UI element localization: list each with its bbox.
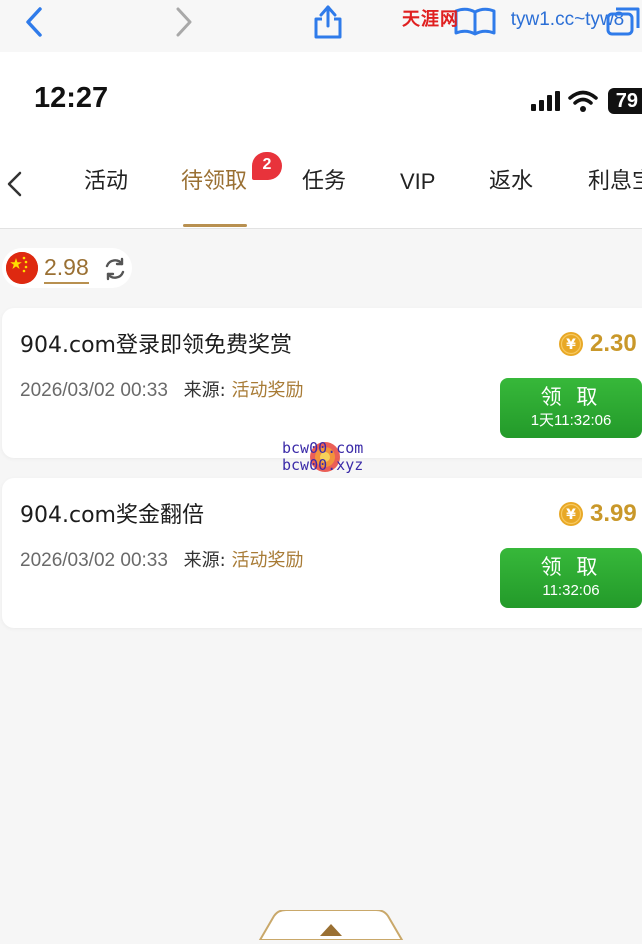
status-time: 12:27 xyxy=(34,82,109,114)
balance-amount: 2.98 xyxy=(44,252,89,284)
reward-title: 904.com奖金翻倍 xyxy=(20,503,204,528)
claim-button-label: 领 取 xyxy=(540,555,602,579)
claim-button[interactable]: 领 取 1天11:32:06 xyxy=(500,378,642,438)
balance-chip: 2.98 xyxy=(2,248,132,288)
chevron-right-icon xyxy=(176,7,192,37)
claim-countdown: 11:32:06 xyxy=(542,582,600,599)
coin-icon: ¥ xyxy=(559,502,583,526)
tab-rebate[interactable]: 返水 xyxy=(489,166,533,198)
svg-text:¥: ¥ xyxy=(566,507,576,523)
signal-icon xyxy=(530,91,560,111)
top-watermark: 天涯网 tyw1.cc~tyw8 xyxy=(402,8,624,32)
share-icon xyxy=(314,5,342,39)
coin-icon: ¥ xyxy=(559,332,583,356)
tab-interest[interactable]: 利息宝 xyxy=(588,166,642,198)
watermark-line-1: bcw00.com xyxy=(282,439,364,457)
reward-amount-value: 2.30 xyxy=(590,330,637,357)
browser-tabs-button[interactable] xyxy=(604,4,642,38)
chevron-left-icon xyxy=(26,7,42,37)
status-icons: 79 xyxy=(530,88,642,114)
watermark-brand: 天涯网 xyxy=(402,9,459,30)
refresh-icon xyxy=(105,257,125,281)
chevron-left-icon xyxy=(7,171,22,197)
china-flag-icon xyxy=(6,252,38,284)
tab-activity[interactable]: 活动 xyxy=(84,166,128,198)
watermark-line-2: bcw00.xyz xyxy=(282,456,364,474)
active-tab-indicator xyxy=(183,224,247,227)
reward-meta: 2026/03/02 00:33 来源: 活动奖励 xyxy=(20,378,303,404)
claim-button-label: 领 取 xyxy=(540,385,602,409)
reward-meta: 2026/03/02 00:33 来源: 活动奖励 xyxy=(20,548,303,574)
reward-card: 904.com奖金翻倍 2026/03/02 00:33 来源: 活动奖励 ¥ … xyxy=(2,478,642,628)
reward-amount-value: 3.99 xyxy=(590,500,637,527)
reward-source-value: 活动奖励 xyxy=(231,550,304,571)
claim-countdown: 1天11:32:06 xyxy=(530,412,612,429)
reward-amount: ¥ 2.30 xyxy=(558,330,637,358)
reward-title: 904.com登录即领免费奖赏 xyxy=(20,333,292,358)
battery-level: 79 xyxy=(607,88,642,114)
tab-vip[interactable]: VIP xyxy=(400,166,435,198)
wifi-icon xyxy=(568,90,598,112)
refresh-button[interactable] xyxy=(102,256,128,282)
reward-date: 2026/03/02 00:33 xyxy=(20,380,168,401)
tab-tasks[interactable]: 任务 xyxy=(302,166,346,198)
claim-button[interactable]: 领 取 11:32:06 xyxy=(500,548,642,608)
center-watermark: bcw00.com bcw00.xyz xyxy=(282,440,378,474)
tabs-icon xyxy=(606,7,640,36)
browser-toolbar: 天涯网 tyw1.cc~tyw8 xyxy=(0,0,642,52)
browser-back-button[interactable] xyxy=(16,4,52,40)
tabs-back-button[interactable] xyxy=(4,168,26,200)
status-bar: 12:27 79 xyxy=(0,52,642,142)
tab-pending[interactable]: 待领取 xyxy=(181,166,247,198)
reward-source-label: 来源: xyxy=(183,550,226,571)
browser-share-button[interactable] xyxy=(310,4,346,40)
category-tabs: 活动 待领取 2 任务 VIP 返水 利息宝 xyxy=(0,142,642,229)
reward-date: 2026/03/02 00:33 xyxy=(20,550,168,571)
browser-forward-button[interactable] xyxy=(166,4,202,40)
pending-count-badge: 2 xyxy=(252,152,282,180)
reward-card: 904.com登录即领免费奖赏 2026/03/02 00:33 来源: 活动奖… xyxy=(2,308,642,458)
reward-source-value: 活动奖励 xyxy=(231,380,304,401)
reward-source-label: 来源: xyxy=(183,380,226,401)
reward-amount: ¥ 3.99 xyxy=(558,500,637,528)
svg-text:¥: ¥ xyxy=(566,337,576,353)
